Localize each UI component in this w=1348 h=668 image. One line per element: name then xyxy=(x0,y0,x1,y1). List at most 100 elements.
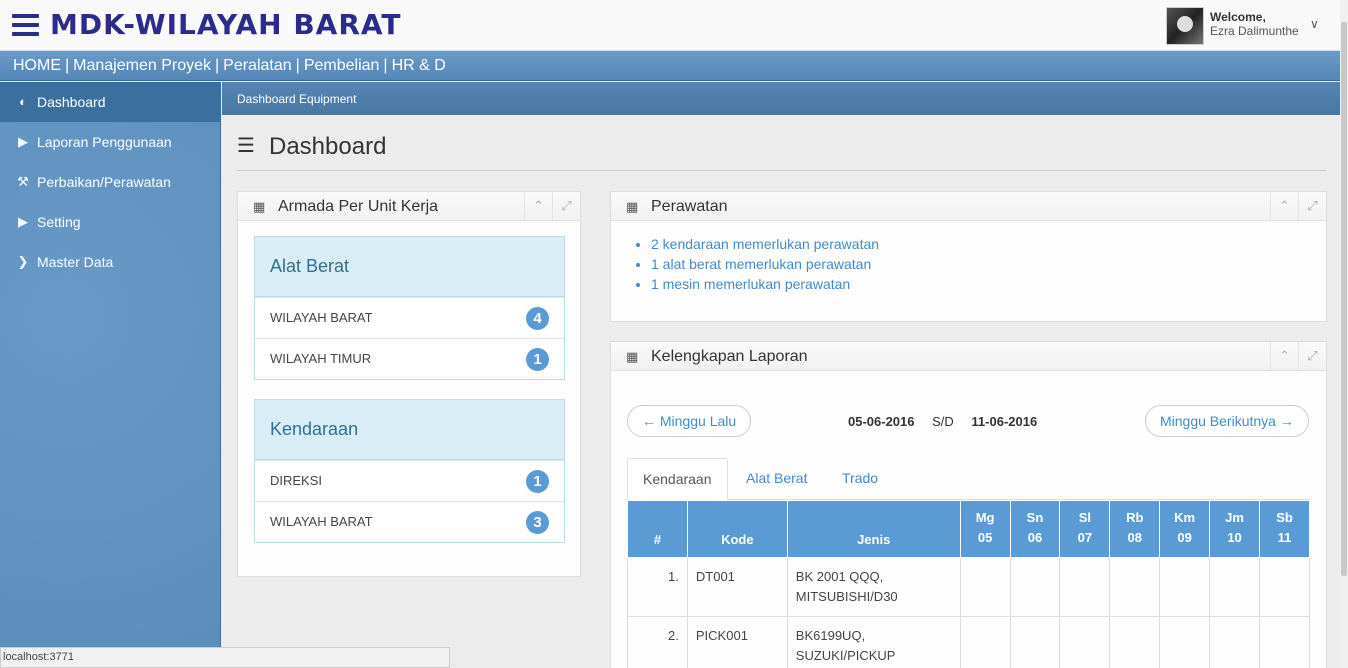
dashboard-icon: ◐ xyxy=(19,94,27,109)
sidebar-item-setting[interactable]: ▶ Setting xyxy=(0,202,220,242)
wrench-icon: ⚒ xyxy=(17,174,29,189)
nav-home[interactable]: HOME xyxy=(13,57,61,74)
prev-week-button[interactable]: ← Minggu Lalu xyxy=(627,405,752,437)
browser-status-bar: localhost:3771 xyxy=(0,647,450,668)
collapse-icon[interactable]: ⌃ xyxy=(1270,192,1298,220)
day-cell[interactable] xyxy=(1209,557,1261,617)
column-header-day: Sn 06 xyxy=(1009,500,1061,558)
list-item[interactable]: WILAYAH BARAT 4 xyxy=(255,297,564,338)
report-table: # Kode Jenis Mg 05 Sn 06 Sl 07 Rb 08 Km 09 Jm… xyxy=(627,500,1310,668)
day-cell[interactable] xyxy=(1009,557,1061,617)
collapse-icon[interactable]: ⌃ xyxy=(524,192,552,220)
count-badge: 3 xyxy=(526,511,549,534)
tab-alat-berat[interactable]: Alat Berat xyxy=(731,458,822,500)
day-cell[interactable] xyxy=(1059,616,1111,668)
group-title: Alat Berat xyxy=(255,237,564,297)
group-title: Kendaraan xyxy=(255,400,564,460)
list-icon: ☰ xyxy=(237,135,255,157)
table-icon: ▦ xyxy=(626,349,639,364)
list-item[interactable]: WILAYAH BARAT 3 xyxy=(255,501,564,542)
day-cell[interactable] xyxy=(1109,557,1161,617)
column-header-kode[interactable]: Kode xyxy=(686,500,788,558)
avatar xyxy=(1166,7,1204,45)
sidebar-item-master-data[interactable]: ❯ Master Data xyxy=(0,242,220,282)
armada-panel: ▦ Armada Per Unit Kerja ⌃ ⤢ Alat Berat W… xyxy=(237,191,581,577)
panel-title: Kelengkapan Laporan xyxy=(651,348,808,365)
expand-icon[interactable]: ⤢ xyxy=(1298,192,1326,220)
sidebar-item-label: Dashboard xyxy=(37,94,106,110)
sidebar: ◐ Dashboard ▶ Laporan Penggunaan ⚒ Perba… xyxy=(0,82,221,668)
day-cell[interactable] xyxy=(1159,616,1211,668)
breadcrumb-item[interactable]: Dashboard Equipment xyxy=(237,92,356,106)
top-header: MDK-WILAYAH BARAT Welcome, Ezra Dalimunt… xyxy=(0,0,1340,51)
expand-icon[interactable]: ⤢ xyxy=(1298,342,1326,370)
day-cell[interactable] xyxy=(1109,616,1161,668)
user-menu[interactable]: Welcome, Ezra Dalimunthe ∨ xyxy=(1166,7,1336,45)
tab-kendaraan[interactable]: Kendaraan xyxy=(627,458,728,500)
sidebar-item-label: Laporan Penggunaan xyxy=(37,134,172,150)
list-item[interactable]: WILAYAH TIMUR 1 xyxy=(255,338,564,379)
nav-pembelian[interactable]: Pembelian xyxy=(304,57,380,74)
table-icon: ▦ xyxy=(626,199,639,214)
date-from: 05-06-2016 xyxy=(848,414,915,429)
next-week-button[interactable]: Minggu Berikutnya → xyxy=(1145,405,1309,437)
tab-trado[interactable]: Trado xyxy=(827,458,893,500)
expand-icon[interactable]: ⤢ xyxy=(552,192,580,220)
row-jenis: BK 2001 QQQ, MITSUBISHI/D30 xyxy=(786,557,961,617)
app-brand[interactable]: MDK-WILAYAH BARAT xyxy=(50,8,401,41)
collapse-icon[interactable]: ⌃ xyxy=(1270,342,1298,370)
column-header-no: # xyxy=(627,500,688,558)
sidebar-item-dashboard[interactable]: ◐ Dashboard xyxy=(0,82,220,122)
column-header-jenis[interactable]: Jenis xyxy=(786,500,961,558)
scrollbar-thumb[interactable] xyxy=(1341,22,1347,576)
day-cell[interactable] xyxy=(1259,616,1310,668)
welcome-label: Welcome, xyxy=(1210,10,1266,24)
sidebar-item-label: Master Data xyxy=(37,254,114,270)
nav-peralatan[interactable]: Peralatan xyxy=(223,57,292,74)
hamburger-menu-icon[interactable] xyxy=(12,14,39,36)
day-cell[interactable] xyxy=(1159,557,1211,617)
play-icon: ▶ xyxy=(18,214,28,229)
table-row: 2. PICK001 BK6199UQ, SUZUKI/PICKUP xyxy=(627,616,1310,668)
table-row: 1. DT001 BK 2001 QQQ, MITSUBISHI/D30 xyxy=(627,557,1310,617)
day-cell[interactable] xyxy=(1009,616,1061,668)
row-number: 1. xyxy=(627,557,688,617)
group-kendaraan: Kendaraan DIREKSI 1 WILAYAH BARAT 3 xyxy=(254,399,565,543)
row-kode: PICK001 xyxy=(686,616,788,668)
vertical-scrollbar[interactable] xyxy=(1340,0,1348,668)
row-number: 2. xyxy=(627,616,688,668)
count-badge: 4 xyxy=(526,307,549,330)
group-alat-berat: Alat Berat WILAYAH BARAT 4 WILAYAH TIMUR… xyxy=(254,236,565,380)
list-item[interactable]: DIREKSI 1 xyxy=(255,460,564,501)
page-title: ☰ Dashboard xyxy=(237,133,387,160)
perawatan-link[interactable]: 1 mesin memerlukan perawatan xyxy=(651,276,879,292)
nav-hrd[interactable]: HR & D xyxy=(392,57,446,74)
row-kode: DT001 xyxy=(686,557,788,617)
main-nav: HOME | Manajemen Proyek | Peralatan | Pembelia… xyxy=(0,51,1340,81)
chevron-down-icon[interactable]: ∨ xyxy=(1310,17,1319,31)
sidebar-item-perbaikan[interactable]: ⚒ Perbaikan/Perawatan xyxy=(0,162,220,202)
panel-header: ▦ Perawatan ⌃ ⤢ xyxy=(611,192,1326,221)
date-range: 05-06-2016 S/D 11-06-2016 xyxy=(848,414,1037,429)
breadcrumb: Dashboard Equipment xyxy=(222,82,1340,115)
column-header-day: Km 09 xyxy=(1159,500,1211,558)
date-to: 11-06-2016 xyxy=(971,414,1038,429)
perawatan-link[interactable]: 2 kendaraan memerlukan perawatan xyxy=(651,236,879,252)
nav-manajemen-proyek[interactable]: Manajemen Proyek xyxy=(73,57,211,74)
table-header-row: # Kode Jenis Mg 05 Sn 06 Sl 07 Rb 08 Km 09 Jm… xyxy=(627,500,1310,558)
sidebar-item-label: Setting xyxy=(37,214,81,230)
day-cell[interactable] xyxy=(1059,557,1111,617)
row-jenis: BK6199UQ, SUZUKI/PICKUP xyxy=(786,616,961,668)
day-cell[interactable] xyxy=(1209,616,1261,668)
day-cell[interactable] xyxy=(959,557,1011,617)
day-cell[interactable] xyxy=(1259,557,1310,617)
date-separator: S/D xyxy=(932,414,954,429)
sidebar-item-laporan-penggunaan[interactable]: ▶ Laporan Penggunaan xyxy=(0,122,220,162)
perawatan-link[interactable]: 1 alat berat memerlukan perawatan xyxy=(651,256,879,272)
panel-header: ▦ Kelengkapan Laporan ⌃ ⤢ xyxy=(611,342,1326,371)
column-header-day: Sb 11 xyxy=(1259,500,1310,558)
day-cell[interactable] xyxy=(959,616,1011,668)
play-icon: ▶ xyxy=(18,134,28,149)
column-header-day: Sl 07 xyxy=(1059,500,1111,558)
count-badge: 1 xyxy=(526,348,549,371)
